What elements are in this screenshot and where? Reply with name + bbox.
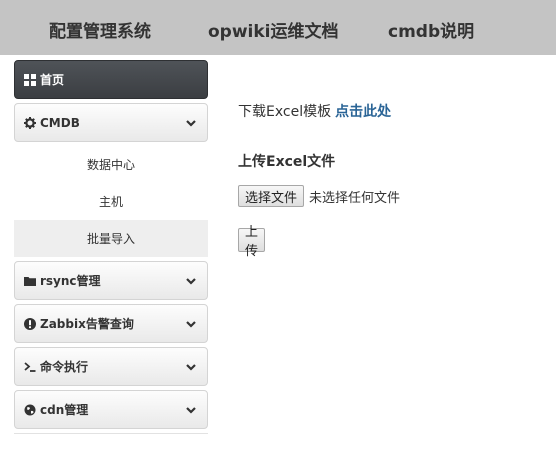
sidebar: 首页 CMDB 数据中心 主机 批量导入 rsync管理 Zabbix告警查询 xyxy=(14,60,208,434)
chevron-down-icon xyxy=(185,318,197,330)
exclamation-circle-icon xyxy=(24,317,36,330)
folder-icon xyxy=(24,275,36,287)
sidebar-item-cmdb[interactable]: CMDB xyxy=(14,103,208,142)
sidebar-item-label: rsync管理 xyxy=(40,274,101,288)
sidebar-item-label: cdn管理 xyxy=(40,403,89,417)
globe-icon xyxy=(24,404,36,416)
sidebar-item-home[interactable]: 首页 xyxy=(14,60,208,99)
sidebar-item-cdn[interactable]: cdn管理 xyxy=(14,390,208,429)
sidebar-divider xyxy=(14,433,208,434)
choose-file-button[interactable]: 选择文件 xyxy=(238,185,305,207)
terminal-icon xyxy=(24,361,36,373)
cmdb-submenu: 数据中心 主机 批量导入 xyxy=(14,146,208,257)
sidebar-item-label: 首页 xyxy=(40,73,65,87)
chevron-down-icon xyxy=(185,275,197,287)
chevron-down-icon xyxy=(185,404,197,416)
sidebar-item-label: 命令执行 xyxy=(40,360,89,374)
nav-opwiki-docs[interactable]: opwiki运维文档 xyxy=(208,17,339,42)
chevron-down-icon xyxy=(185,361,197,373)
upload-button[interactable]: 上传 xyxy=(238,225,266,259)
file-status: 未选择任何文件 xyxy=(309,190,401,206)
submenu-item-datacenter[interactable]: 数据中心 xyxy=(14,146,208,183)
submenu-item-batch-import[interactable]: 批量导入 xyxy=(14,220,208,257)
sidebar-item-zabbix[interactable]: Zabbix告警查询 xyxy=(14,304,208,343)
download-template-row: 下载Excel模板 点击此处 xyxy=(238,101,391,121)
sidebar-item-label: Zabbix告警查询 xyxy=(40,317,134,331)
sidebar-item-rsync[interactable]: rsync管理 xyxy=(14,261,208,300)
nav-config-management[interactable]: 配置管理系统 xyxy=(49,17,151,42)
download-link[interactable]: 点击此处 xyxy=(335,104,391,120)
submenu-item-host[interactable]: 主机 xyxy=(14,183,208,220)
top-navbar: 配置管理系统 opwiki运维文档 cmdb说明 xyxy=(0,0,556,55)
upload-title: 上传Excel文件 xyxy=(238,154,336,170)
download-text: 下载Excel模板 xyxy=(238,104,332,120)
grid-icon xyxy=(24,73,36,86)
nav-cmdb-readme[interactable]: cmdb说明 xyxy=(388,17,474,42)
sidebar-item-label: CMDB xyxy=(40,115,80,130)
sidebar-item-command[interactable]: 命令执行 xyxy=(14,347,208,386)
gear-icon xyxy=(24,116,36,129)
chevron-down-icon xyxy=(185,117,197,129)
file-input: 选择文件 未选择任何文件 xyxy=(238,185,400,207)
